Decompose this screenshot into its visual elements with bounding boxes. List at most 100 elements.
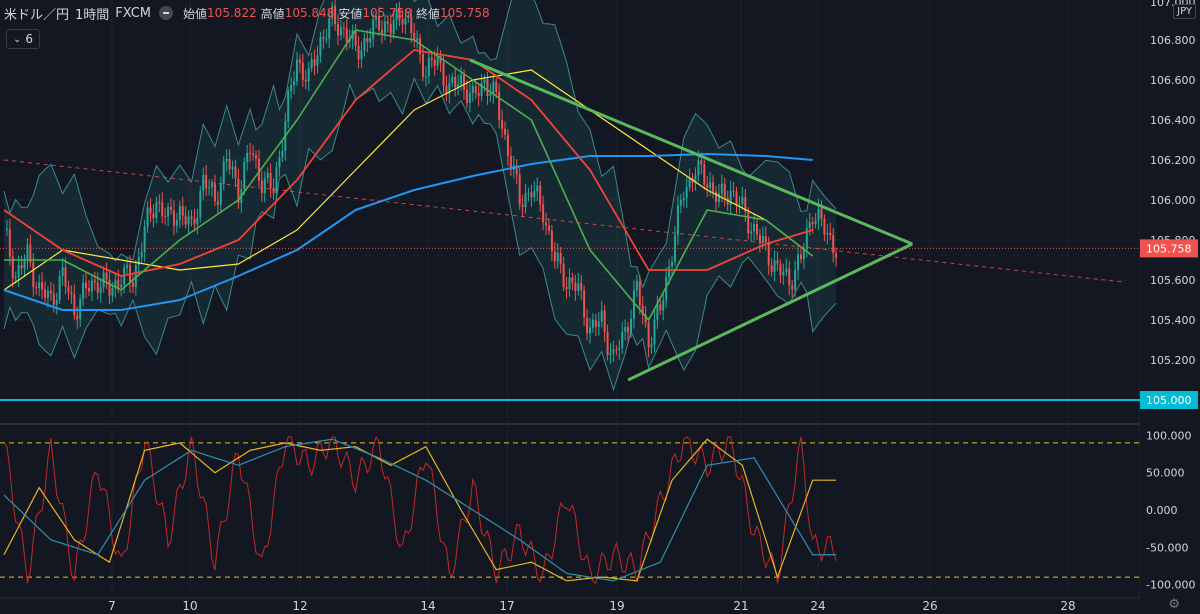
candle-up	[383, 21, 386, 34]
candle-up	[208, 187, 211, 189]
open-value: 105.822	[207, 6, 257, 20]
candle-up	[794, 269, 797, 290]
symbol-name[interactable]: 米ドル／円	[4, 4, 69, 23]
candle-down	[430, 57, 433, 61]
x-tick-label: 26	[922, 599, 937, 613]
candle-up	[676, 205, 679, 236]
candle-down	[269, 173, 272, 188]
candle-down	[559, 252, 562, 264]
last-price-label: 105.758	[1146, 242, 1192, 255]
candle-down	[823, 218, 826, 235]
candle-up	[624, 327, 627, 332]
candle-up	[23, 260, 26, 269]
candle-up	[225, 158, 228, 162]
minus-icon[interactable]	[159, 6, 174, 20]
candle-down	[85, 282, 88, 289]
price-chart[interactable]: 105.200105.400105.600105.800106.000106.2…	[0, 0, 1200, 614]
candle-up	[137, 257, 140, 266]
candle-down	[714, 191, 717, 202]
candle-up	[536, 185, 539, 192]
indicators-toggle[interactable]: ⌄ 6	[6, 29, 41, 49]
candle-up	[290, 85, 293, 92]
candle-up	[589, 327, 591, 334]
candle-up	[296, 59, 298, 82]
candle-up	[630, 318, 633, 333]
candle-up	[263, 178, 266, 194]
candle-up	[808, 222, 811, 229]
x-tick-label: 21	[733, 599, 748, 613]
candle-up	[556, 252, 559, 262]
candle-down	[257, 158, 260, 181]
candle-up	[817, 208, 820, 221]
y-tick-label: 106.600	[1150, 74, 1196, 87]
candle-up	[120, 284, 123, 288]
candle-down	[213, 183, 216, 202]
candle-down	[8, 228, 11, 257]
candle-down	[474, 86, 477, 93]
candle-down	[799, 254, 802, 260]
candle-up	[392, 20, 395, 34]
candle-down	[779, 263, 782, 276]
data-source: FXCM	[115, 5, 152, 21]
candle-up	[155, 201, 158, 219]
candle-down	[254, 154, 257, 159]
candle-down	[67, 286, 70, 293]
candle-up	[58, 276, 61, 300]
candle-down	[260, 180, 263, 194]
candle-up	[489, 93, 492, 97]
x-tick-label: 19	[609, 599, 624, 613]
candle-down	[700, 160, 703, 165]
stoch-tick-label: 50.000	[1146, 467, 1185, 480]
candle-down	[298, 59, 301, 63]
currency-badge[interactable]: JPY	[1173, 4, 1196, 19]
gear-icon[interactable]: ⚙	[1168, 597, 1180, 612]
candle-up	[814, 220, 817, 224]
candle-down	[304, 79, 307, 82]
low-label: 安値	[338, 6, 363, 21]
candle-down	[161, 202, 164, 217]
candle-up	[785, 268, 788, 272]
candle-down	[442, 62, 445, 86]
candle-down	[647, 322, 650, 348]
chevron-down-icon: ⌄	[13, 33, 22, 45]
candle-up	[609, 353, 612, 355]
stochastic-pane	[0, 435, 1140, 584]
candle-up	[826, 232, 829, 235]
timeframe[interactable]: 1時間	[75, 4, 109, 23]
axis-background	[1140, 0, 1200, 614]
y-tick-label: 106.400	[1150, 114, 1196, 127]
candle-down	[20, 265, 23, 269]
candle-up	[682, 198, 685, 200]
candle-down	[723, 183, 726, 198]
candle-down	[41, 282, 44, 290]
candle-down	[758, 234, 761, 243]
candle-down	[594, 319, 597, 327]
x-tick-label: 7	[108, 599, 116, 613]
candle-down	[366, 38, 369, 43]
close-value: 105.758	[439, 6, 490, 20]
price-axis: 105.200105.400105.600105.800106.000106.2…	[1140, 0, 1200, 614]
candle-up	[281, 150, 284, 158]
candle-down	[249, 152, 252, 154]
candle-up	[600, 310, 603, 322]
candle-down	[791, 285, 794, 290]
candle-up	[202, 174, 205, 191]
candle-up	[278, 157, 281, 168]
candle-up	[773, 260, 776, 272]
candle-down	[735, 191, 738, 205]
candle-up	[99, 287, 102, 293]
candle-down	[433, 60, 436, 66]
candle-down	[64, 267, 67, 287]
candle-down	[93, 280, 96, 283]
candle-up	[597, 321, 600, 327]
candle-up	[685, 186, 688, 199]
candle-down	[96, 282, 99, 293]
candle-up	[14, 276, 17, 279]
candle-down	[117, 279, 120, 288]
candle-down	[518, 174, 521, 205]
candle-down	[234, 166, 237, 179]
candle-up	[246, 152, 249, 162]
candle-up	[568, 277, 571, 289]
candle-up	[372, 19, 375, 39]
candle-up	[460, 74, 463, 85]
